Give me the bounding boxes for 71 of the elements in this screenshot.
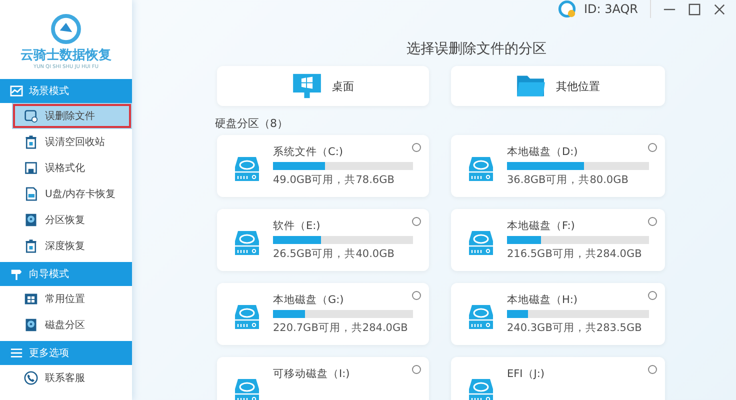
drive-name: 系统文件（C:) xyxy=(273,145,344,159)
drive-capacity: 220.7GB可用，共284.0GB xyxy=(273,321,409,335)
radio-button[interactable] xyxy=(412,365,421,374)
radio-button[interactable] xyxy=(648,291,657,300)
sidebar-item[interactable]: 磁盘分区 xyxy=(0,312,132,338)
trash-icon xyxy=(24,135,38,149)
sidebar-section-header: 场景模式 xyxy=(0,79,132,103)
drive-card[interactable]: 本地磁盘（H:) 240.3GB可用，共283.5GB xyxy=(451,283,665,345)
logo-title: 云骑士数据恢复 xyxy=(20,47,112,64)
radio-button[interactable] xyxy=(412,291,421,300)
drive-capacity: 240.3GB可用，共283.5GB xyxy=(507,321,643,335)
sidebar-section-header: 更多选项 xyxy=(0,341,132,365)
drive-name: 软件（E:) xyxy=(273,219,322,233)
sidebar-item[interactable]: 误删除文件 xyxy=(12,103,132,129)
menu-icon xyxy=(10,347,23,359)
user-id: ID: 3AQR xyxy=(584,2,638,16)
drive-capacity: 49.0GB可用，共78.6GB xyxy=(273,173,396,187)
drive-card[interactable]: 本地磁盘（F:) 216.5GB可用，共284.0GB xyxy=(451,209,665,271)
hard-drive-icon xyxy=(233,229,261,257)
drive-name: 本地磁盘（H:) xyxy=(507,293,579,307)
sidebar-item[interactable]: 深度恢复 xyxy=(0,233,132,259)
drive-capacity: 216.5GB可用，共284.0GB xyxy=(507,247,643,261)
drive-name: 本地磁盘（F:) xyxy=(507,219,576,233)
folder-icon xyxy=(516,73,546,99)
drive-name: 本地磁盘（D:) xyxy=(507,145,579,159)
drive-capacity: 26.5GB可用，共40.0GB xyxy=(273,247,396,261)
radio-button[interactable] xyxy=(412,217,421,226)
drive-card[interactable]: 系统文件（C:) 49.0GB可用，共78.6GB xyxy=(217,135,429,197)
trash-icon xyxy=(24,239,38,253)
drive-name: 本地磁盘（G:) xyxy=(273,293,345,307)
drive-name: EFI（J:) xyxy=(507,367,546,381)
drive-card[interactable]: 本地磁盘（D:) 36.8GB可用，共80.0GB xyxy=(451,135,665,197)
drive-card[interactable]: 本地磁盘（G:) 220.7GB可用，共284.0GB xyxy=(217,283,429,345)
hard-drive-icon xyxy=(233,155,261,183)
hard-drive-icon xyxy=(467,155,495,183)
user-avatar-icon[interactable] xyxy=(558,0,576,18)
windows-icon xyxy=(24,292,38,306)
phone-icon xyxy=(24,371,38,385)
hard-drive-icon xyxy=(467,303,495,331)
sidebar-item[interactable]: U盘/内存卡恢复 xyxy=(0,181,132,207)
hard-drive-icon xyxy=(467,377,495,400)
chart-icon xyxy=(10,85,23,97)
monitor-icon xyxy=(292,73,322,99)
radio-button[interactable] xyxy=(648,217,657,226)
radio-button[interactable] xyxy=(648,365,657,374)
page-title: 选择误删除文件的分区 xyxy=(406,40,548,58)
drive-capacity: 36.8GB可用，共80.0GB xyxy=(507,173,630,187)
radio-button[interactable] xyxy=(412,143,421,152)
drive-card[interactable]: 软件（E:) 26.5GB可用，共40.0GB xyxy=(217,209,429,271)
drive-card[interactable]: EFI（J:) xyxy=(451,357,665,400)
drive-name: 可移动磁盘（I:) xyxy=(273,367,351,381)
sidebar-item[interactable]: 常用位置 xyxy=(0,286,132,312)
maximize-icon[interactable] xyxy=(688,2,701,16)
sidebar-item[interactable]: 联系客服 xyxy=(0,365,132,391)
radio-button[interactable] xyxy=(648,143,657,152)
hard-drive-icon xyxy=(467,229,495,257)
file-icon xyxy=(24,109,38,123)
signpost-icon xyxy=(10,268,23,280)
close-icon[interactable] xyxy=(713,2,726,16)
sidebar-item[interactable]: 误格式化 xyxy=(0,155,132,181)
sidebar-section-header: 向导模式 xyxy=(0,262,132,286)
section-label: 硬盘分区（8） xyxy=(215,116,289,131)
floppy-icon xyxy=(24,161,38,175)
hard-drive-icon xyxy=(233,303,261,331)
memory-card-icon xyxy=(24,187,38,201)
location-card[interactable]: 其他位置 xyxy=(451,66,665,106)
location-card[interactable]: 桌面 xyxy=(217,66,429,106)
sidebar-item[interactable]: 分区恢复 xyxy=(0,207,132,233)
drive-card[interactable]: 可移动磁盘（I:) xyxy=(217,357,429,400)
hard-drive-icon xyxy=(233,377,261,400)
sidebar-item[interactable]: 误清空回收站 xyxy=(0,129,132,155)
